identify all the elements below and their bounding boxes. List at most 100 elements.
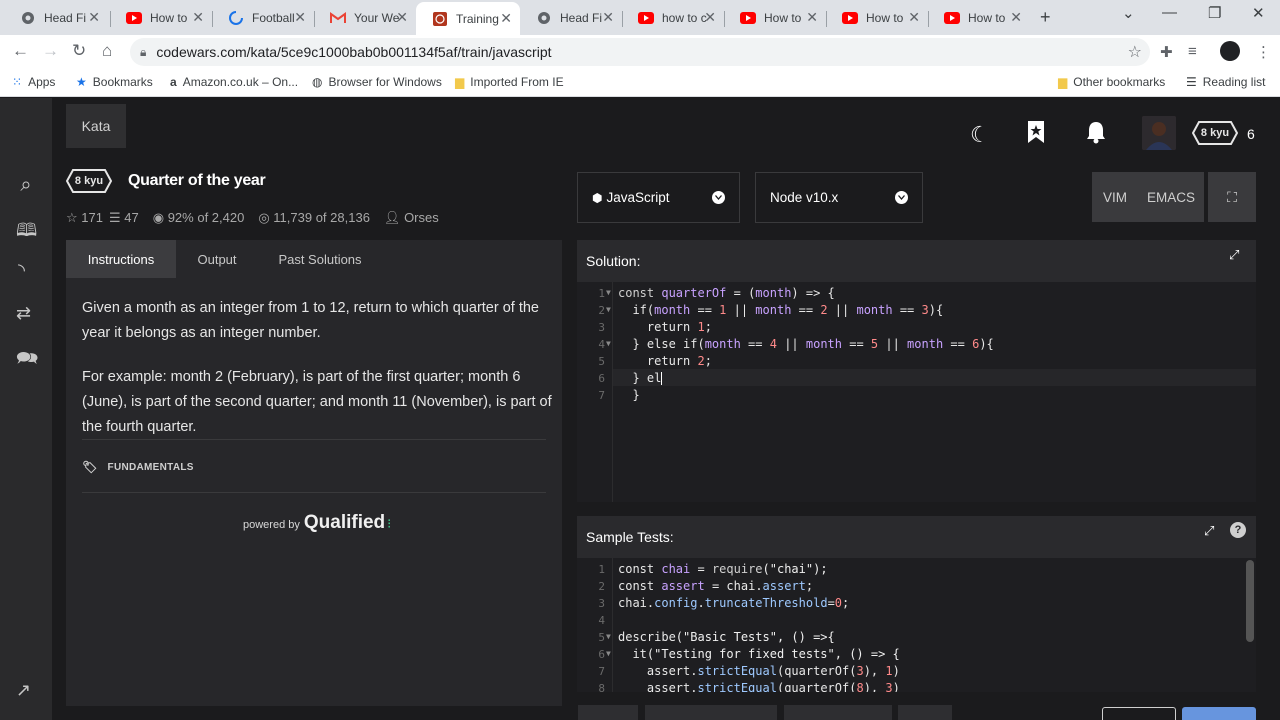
browser-tab[interactable]: How to ✕: [110, 4, 212, 31]
tab-label: Football: [252, 10, 295, 25]
tab-past-solutions[interactable]: Past Solutions: [262, 240, 378, 278]
help-icon[interactable]: ?: [1230, 522, 1246, 538]
expand-icon[interactable]: ⤢: [1204, 523, 1214, 539]
profile-avatar[interactable]: [1220, 41, 1240, 61]
kata-nav-tab[interactable]: Kata: [66, 104, 126, 148]
bookmark-browser-windows[interactable]: ◍ Browser for Windows: [312, 75, 442, 89]
tab-label: Training: [456, 11, 499, 26]
editor-scrollbar[interactable]: [1246, 560, 1254, 642]
divider: [82, 439, 546, 440]
back-icon[interactable]: ←: [12, 41, 29, 61]
expand-icon[interactable]: ⤢: [1229, 247, 1239, 263]
bottom-action[interactable]: [898, 705, 952, 720]
user-rank-label: 8 kyu: [1200, 127, 1230, 139]
menu-icon[interactable]: ⋮: [1256, 43, 1271, 61]
media-icon[interactable]: ≡: [1188, 43, 1197, 60]
stars-stat[interactable]: ☆ 171: [66, 210, 103, 226]
close-icon[interactable]: ✕: [88, 9, 100, 26]
close-icon[interactable]: ✕: [806, 9, 818, 26]
kata-title[interactable]: Quarter of the year: [128, 172, 266, 190]
browser-tab[interactable]: How to ✕: [826, 4, 928, 31]
browser-tab-active[interactable]: Training ✕: [416, 2, 520, 35]
bottom-action[interactable]: [578, 705, 638, 720]
trend-icon[interactable]: ↗: [16, 680, 31, 701]
feed-icon[interactable]: ◝: [18, 260, 25, 281]
vim-mode-button[interactable]: VIM: [1092, 172, 1138, 222]
close-icon[interactable]: ✕: [704, 9, 716, 26]
tag-fundamentals[interactable]: 🏷︎ FUNDAMENTALS: [82, 460, 194, 474]
expand-icon: ⛶: [1227, 188, 1237, 205]
user-avatar[interactable]: [1142, 116, 1176, 150]
bell-icon[interactable]: [1085, 120, 1107, 150]
sample-tests-editor[interactable]: 1 2 3 4 5 ▼ 6 ▼ 7 8 const chai = require("…: [577, 558, 1256, 692]
tab-search-icon[interactable]: ⌄: [1122, 4, 1135, 22]
code-line: describe("Basic Tests", () =>{: [618, 630, 835, 644]
bookmark-apps[interactable]: ⁙ Apps: [12, 75, 55, 89]
user-rank-badge[interactable]: 8 kyu: [1192, 121, 1238, 145]
reload-icon[interactable]: ↻: [72, 41, 86, 61]
powered-by-qualified[interactable]: powered by Qualified ⁝: [243, 512, 391, 534]
extensions-icon[interactable]: ✚: [1160, 43, 1173, 61]
bookmark-amazon[interactable]: a Amazon.co.uk – On...: [170, 75, 298, 89]
repeat-icon[interactable]: ⇄: [16, 303, 31, 324]
collections-stat[interactable]: ☰ 47: [109, 210, 139, 226]
close-icon[interactable]: ✕: [908, 9, 920, 26]
bookmark-bookmarks[interactable]: ★ Bookmarks: [76, 75, 153, 89]
fold-arrow-icon[interactable]: ▼: [606, 339, 611, 348]
omnibox[interactable]: 🔒︎ codewars.com/kata/5ce9c1000bab0b00113…: [130, 38, 1150, 66]
runtime-select[interactable]: Node v10.x: [755, 172, 923, 223]
browser-tab[interactable]: how to c ✕: [622, 4, 724, 31]
fold-arrow-icon[interactable]: ▼: [606, 305, 611, 314]
forward-icon[interactable]: →: [42, 41, 59, 61]
search-icon[interactable]: ⌕: [13, 172, 39, 198]
close-icon[interactable]: ✕: [602, 9, 614, 26]
close-icon[interactable]: ✕: [1010, 9, 1022, 26]
eye-icon: ◉: [152, 210, 165, 225]
bookmark-imported[interactable]: ▆ Imported From IE: [455, 75, 564, 89]
moon-icon[interactable]: ☾: [970, 122, 990, 148]
test-button[interactable]: [1102, 707, 1176, 720]
bookmark-other[interactable]: ▆ Other bookmarks: [1058, 75, 1165, 89]
language-select[interactable]: ⬢ JavaScript: [577, 172, 740, 223]
star-icon: ★: [76, 75, 87, 89]
tab-label: How to: [764, 10, 802, 25]
bookmark-star-icon[interactable]: [1026, 120, 1046, 150]
browser-tab[interactable]: Your We ✕: [314, 4, 416, 31]
bottom-action[interactable]: [645, 705, 777, 720]
fullscreen-button[interactable]: ⛶: [1208, 172, 1256, 222]
attempt-button[interactable]: [1182, 707, 1256, 720]
close-window-icon[interactable]: ✕: [1252, 4, 1265, 22]
book-icon[interactable]: 🕮︎: [16, 218, 37, 248]
language-value: JavaScript: [606, 190, 670, 205]
tab-instructions[interactable]: Instructions: [66, 240, 176, 278]
browser-tab[interactable]: Football ✕: [212, 4, 314, 31]
url-text[interactable]: codewars.com/kata/5ce9c1000bab0b001134f5…: [156, 44, 551, 60]
solution-header: Solution:: [577, 240, 1256, 282]
tab-output[interactable]: Output: [176, 240, 258, 278]
minimize-icon[interactable]: —: [1162, 4, 1177, 21]
browser-tab[interactable]: Head Fi ✕: [4, 4, 108, 31]
new-tab-icon[interactable]: +: [1040, 7, 1051, 28]
author-stat[interactable]: 👤︎ Orses: [384, 210, 439, 226]
fold-arrow-icon[interactable]: ▼: [606, 649, 611, 658]
home-icon[interactable]: ⌂: [102, 41, 112, 61]
bookmark-reading-list[interactable]: ☰ Reading list: [1186, 75, 1265, 89]
browser-tab[interactable]: How to ✕: [724, 4, 826, 31]
restore-icon[interactable]: ❐: [1208, 4, 1221, 22]
solution-editor[interactable]: 1 ▼ 2 ▼ 3 4 ▼ 5 6 7 const quarterOf = (mont…: [577, 282, 1256, 502]
bottom-action[interactable]: [784, 705, 892, 720]
chat-icon[interactable]: 🗪︎: [16, 346, 38, 376]
fold-arrow-icon[interactable]: ▼: [606, 288, 611, 297]
close-icon[interactable]: ✕: [500, 10, 512, 27]
browser-tab[interactable]: Head Fi ✕: [520, 4, 622, 31]
emacs-mode-button[interactable]: EMACS: [1138, 172, 1204, 222]
code-line: return 1;: [618, 320, 712, 334]
line-number: 2: [598, 304, 605, 317]
lock-icon[interactable]: 🔒︎: [140, 45, 146, 60]
close-icon[interactable]: ✕: [192, 9, 204, 26]
bookmark-star-icon[interactable]: ☆: [1128, 42, 1142, 62]
browser-tab[interactable]: How to ✕: [928, 4, 1030, 31]
close-icon[interactable]: ✕: [294, 9, 306, 26]
fold-arrow-icon[interactable]: ▼: [606, 632, 611, 641]
close-icon[interactable]: ✕: [396, 9, 408, 26]
